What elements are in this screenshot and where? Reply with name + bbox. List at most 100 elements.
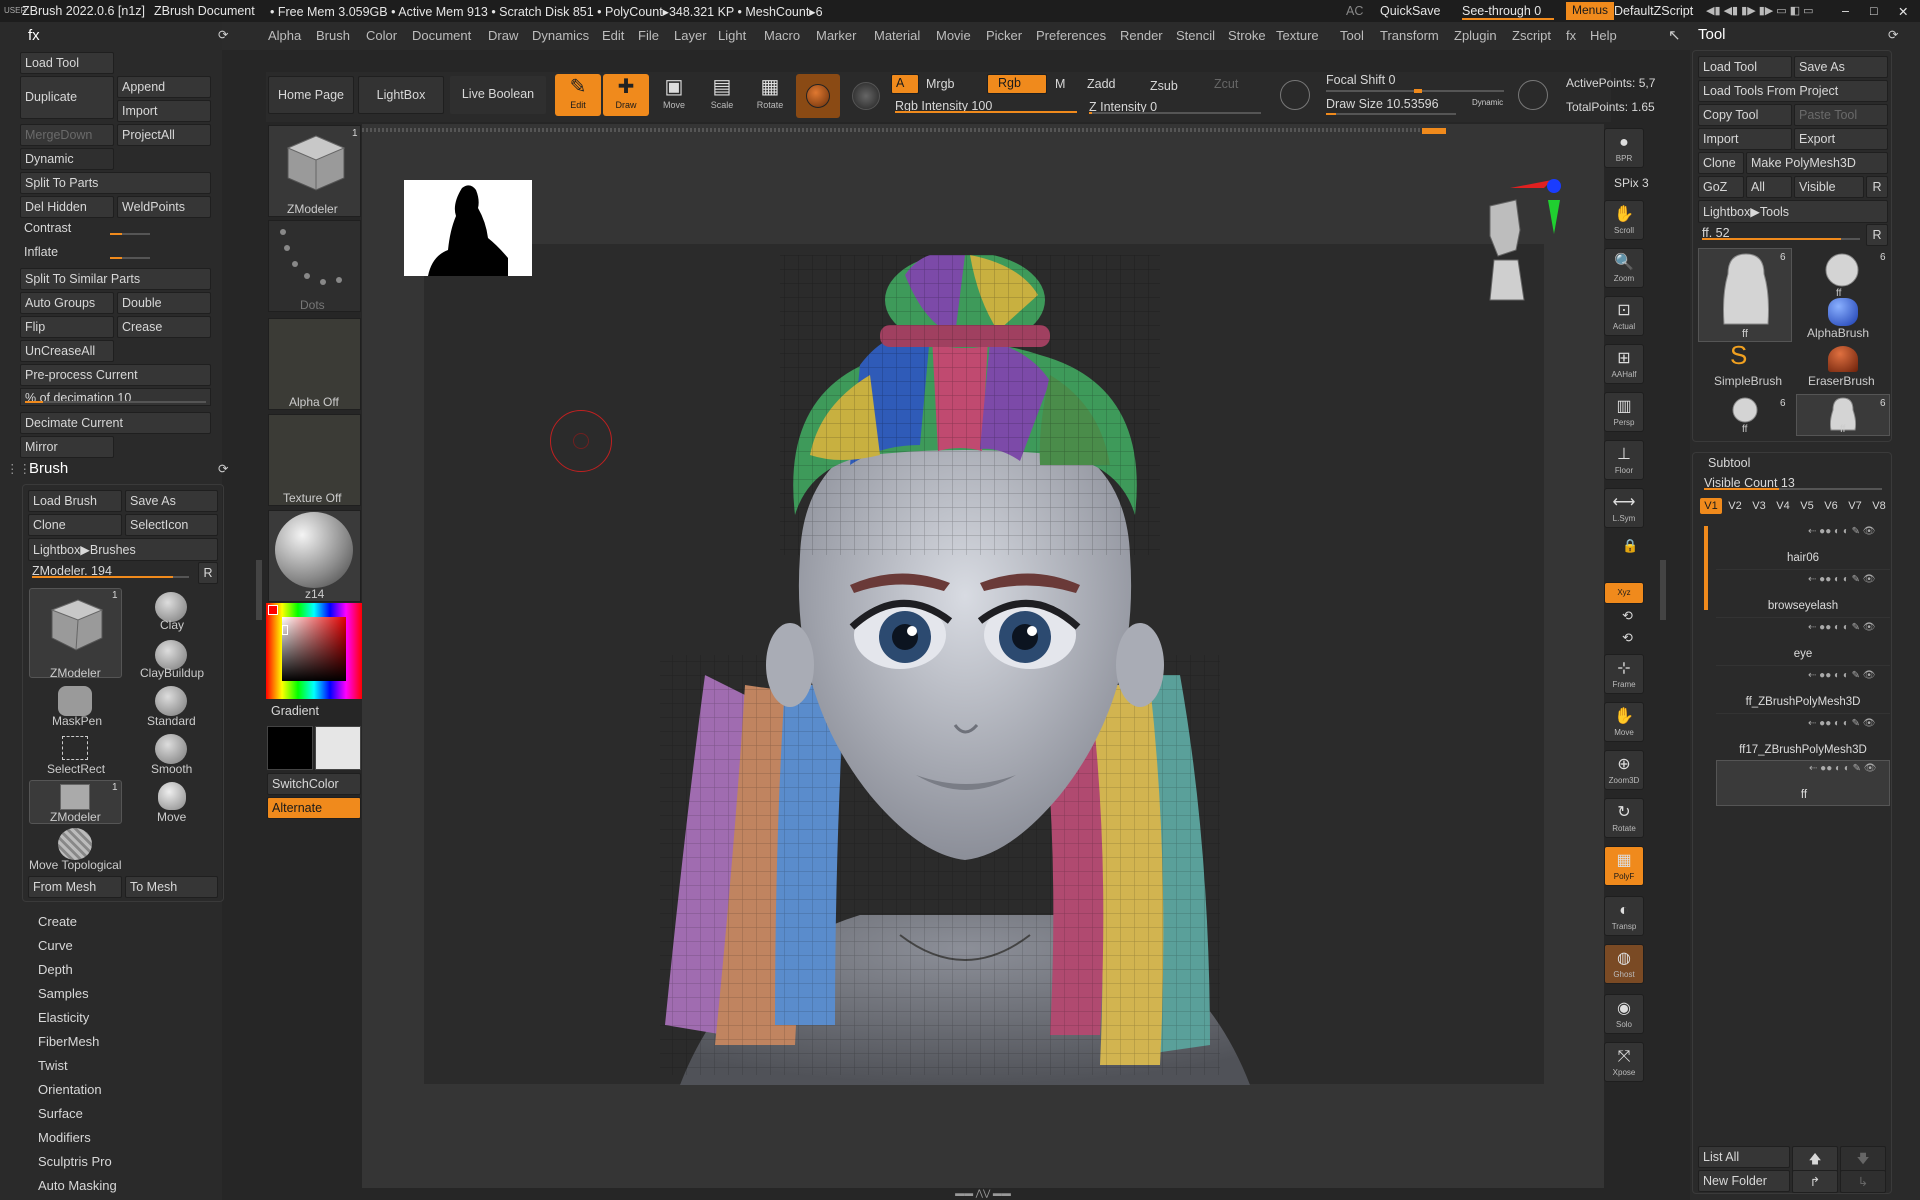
submenu-surface[interactable]: Surface [38,1106,83,1121]
quicksave-button[interactable]: QuickSave [1380,4,1440,18]
switchcolor-button[interactable]: SwitchColor [267,773,361,795]
tool-load-button[interactable]: Load Tool [1698,56,1792,78]
submenu-curve[interactable]: Curve [38,938,73,953]
menu-stencil[interactable]: Stencil [1176,28,1215,43]
aahalf-button[interactable]: ⊞ AAHalf [1604,344,1644,384]
frame-button[interactable]: ⊹ Frame [1604,654,1644,694]
menu-fx[interactable]: fx [1566,28,1576,43]
contrast-slider[interactable]: Contrast [20,219,211,237]
material-button[interactable] [796,74,840,118]
subtool-header[interactable]: Subtool [1708,456,1750,470]
goz-all-button[interactable]: All [1746,176,1792,198]
menu-marker[interactable]: Marker [816,28,856,43]
rotate-x-icon[interactable]: ⟲ [1622,630,1633,646]
decimation-slider[interactable]: % of decimation 10 [20,388,211,406]
submenu-auto-masking[interactable]: Auto Masking [38,1178,117,1193]
from-mesh-button[interactable]: From Mesh [28,876,122,898]
menu-color[interactable]: Color [366,28,397,43]
right-tray-handle[interactable] [1660,560,1666,620]
floor-button[interactable]: ⊥ Floor [1604,440,1644,480]
timeline-marker[interactable] [1422,128,1446,134]
standard-brush-icon[interactable] [155,686,187,716]
menu-edit[interactable]: Edit [602,28,624,43]
menu-zscript[interactable]: Zscript [1512,28,1551,43]
tool-refresh-icon[interactable]: ⟳ [1888,27,1898,42]
bpr-button[interactable]: ● BPR [1604,128,1644,168]
version-v2[interactable]: V2 [1724,498,1746,514]
timeline-ruler[interactable] [362,128,1442,132]
zoom3d-button[interactable]: ⊕ Zoom3D [1604,750,1644,790]
brush-header[interactable]: Brush [29,460,68,477]
folder-move-icon[interactable]: ↳ [1840,1170,1886,1193]
menu-file[interactable]: File [638,28,659,43]
focal-shift-slider[interactable]: Focal Shift 0 [1326,73,1395,87]
subtool-row[interactable]: ⇠ ●● ◐ ◐ ✎ 👁 eye [1716,620,1890,666]
menu-picker[interactable]: Picker [986,28,1022,43]
version-v4[interactable]: V4 [1772,498,1794,514]
ac-toggle[interactable]: AC [1346,4,1363,18]
subtool-scrollbar[interactable] [1704,526,1708,610]
list-all-button[interactable]: List All [1698,1146,1790,1168]
alternate-button[interactable]: Alternate [267,797,361,819]
lightbox-tools-button[interactable]: Lightbox▶Tools [1698,200,1888,223]
persp-button[interactable]: ▥ Persp [1604,392,1644,432]
visible-count-slider[interactable]: Visible Count 13 [1700,474,1886,492]
subtool-toggles-icon[interactable]: ⇠ ●● ◐ ◐ ✎ 👁 [1809,763,1877,774]
subtool-row[interactable]: ⇠ ●● ◐ ◐ ✎ 👁 browseyelash [1716,572,1890,618]
load-tool-button[interactable]: Load Tool [20,52,114,74]
polyf-button[interactable]: ▦ PolyF [1604,846,1644,886]
menu-document[interactable]: Document [412,28,471,43]
draw-mode-button[interactable]: ✚ Draw [603,74,649,116]
double-button[interactable]: Double [117,292,211,314]
subtool-toggles-icon[interactable]: ⇠ ●● ◐ ◐ ✎ 👁 [1808,718,1876,729]
left-tray-handle[interactable] [256,560,262,620]
menu-help[interactable]: Help [1590,28,1617,43]
menu-movie[interactable]: Movie [936,28,971,43]
menu-layer[interactable]: Layer [674,28,707,43]
transp-button[interactable]: ◐ Transp [1604,896,1644,936]
brush-refresh-icon[interactable]: ⟳ [218,461,228,476]
tool-import-button[interactable]: Import [1698,128,1792,150]
menu-preferences[interactable]: Preferences [1036,28,1106,43]
scroll-button[interactable]: ✋ Scroll [1604,200,1644,240]
menu-stroke[interactable]: Stroke [1228,28,1266,43]
color-mode-icon[interactable] [852,82,880,110]
submenu-orientation[interactable]: Orientation [38,1082,102,1097]
main-color-swatch[interactable] [267,726,313,770]
menu-brush[interactable]: Brush [316,28,350,43]
del-hidden-button[interactable]: Del Hidden [20,196,114,218]
weldpoints-button[interactable]: WeldPoints [117,196,211,218]
load-brush-button[interactable]: Load Brush [28,490,122,512]
mrgb-button[interactable]: Mrgb [926,77,954,91]
brush-clone-button[interactable]: Clone [28,514,122,536]
split-to-parts-button[interactable]: Split To Parts [20,172,211,194]
y-axis-icon[interactable] [1548,200,1560,234]
stroke-s-icon[interactable] [1280,80,1310,110]
zcut-button[interactable]: Zcut [1214,77,1238,91]
refresh-icon[interactable]: ⟳ [218,27,228,42]
version-v6[interactable]: V6 [1820,498,1842,514]
move-button[interactable]: ✋ Move [1604,702,1644,742]
version-v5[interactable]: V5 [1796,498,1818,514]
maskpen-brush-icon[interactable] [58,686,92,716]
head-icon[interactable] [1822,250,1862,290]
rotate-mode-button[interactable]: ▦ Rotate [747,74,793,116]
append-button[interactable]: Append [117,76,211,98]
character-model[interactable] [560,255,1380,1085]
move-mode-button[interactable]: ▣ Move [651,74,697,116]
inflate-slider[interactable]: Inflate [20,243,211,261]
lsym-button[interactable]: ⟷ L.Sym [1604,488,1644,528]
xpose-button[interactable]: ⤧ Xpose [1604,1042,1644,1082]
subtool-toggles-icon[interactable]: ⇠ ●● ◐ ◐ ✎ 👁 [1808,574,1876,585]
z-intensity-slider[interactable]: Z Intensity 0 [1085,98,1265,116]
edit-mode-button[interactable]: ✎ Edit [555,74,601,116]
menu-material[interactable]: Material [874,28,920,43]
menu-tool[interactable]: Tool [1340,28,1364,43]
version-v8[interactable]: V8 [1868,498,1890,514]
minimize-button[interactable]: – [1842,4,1849,18]
zadd-button[interactable]: Zadd [1087,77,1116,91]
submenu-fibermesh[interactable]: FiberMesh [38,1034,99,1049]
goz-button[interactable]: GoZ [1698,176,1744,198]
layout-icons[interactable]: ◀▮ ◀▮ ▮▶ ▮▶ ▭ ◧ ▭ [1706,4,1814,17]
ghost-button[interactable]: ◍ Ghost [1604,944,1644,984]
